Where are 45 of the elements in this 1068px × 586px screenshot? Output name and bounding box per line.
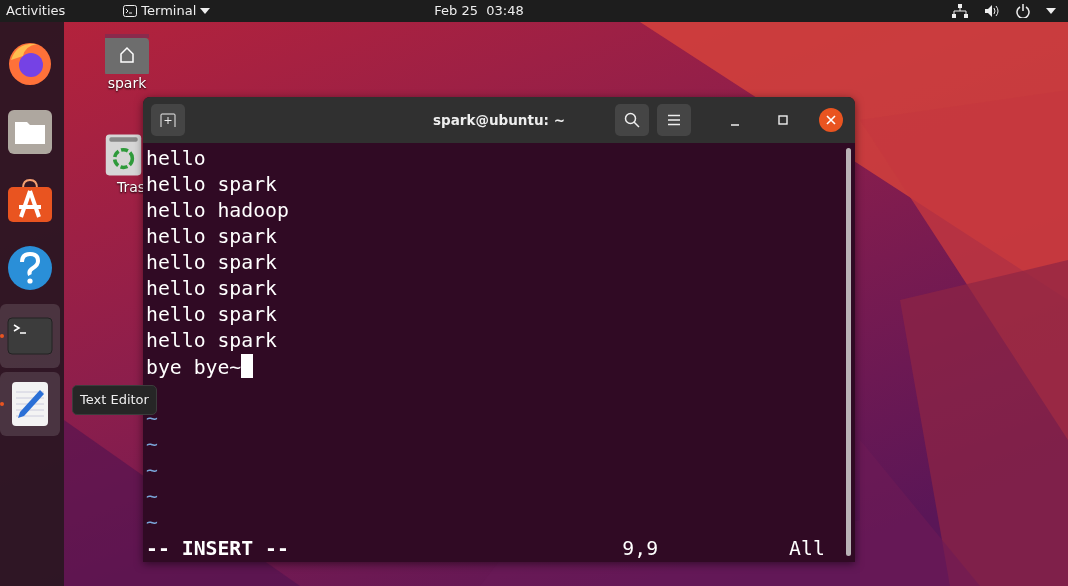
mode-indicator: -- INSERT --	[146, 536, 290, 562]
terminal-icon	[123, 5, 138, 17]
activities-button[interactable]: Activities	[6, 1, 66, 21]
clock[interactable]: Feb 25 03:48	[434, 1, 524, 21]
cursor-position: 9,9	[622, 536, 660, 562]
tilde-marker: ~	[146, 511, 158, 534]
scroll-position: All	[789, 536, 825, 562]
network-icon[interactable]	[952, 4, 968, 18]
text-line: hello spark	[146, 251, 277, 274]
icon-label: spark	[107, 74, 147, 92]
search-icon	[624, 112, 640, 128]
text-line: hello	[146, 147, 206, 170]
tilde-marker: ~	[146, 459, 158, 482]
text-line: hello spark	[146, 173, 277, 196]
caret-icon	[200, 8, 211, 14]
text-line: hello spark	[146, 225, 277, 248]
window-title: spark@ubuntu: ~	[433, 110, 565, 130]
text-cursor	[241, 354, 254, 378]
question-icon[interactable]	[6, 244, 54, 292]
new-tab-button[interactable]	[151, 104, 185, 136]
volume-icon[interactable]	[984, 4, 1000, 18]
shopping-bag-icon[interactable]	[6, 176, 54, 224]
text-line: hello spark	[146, 329, 277, 352]
minimize-icon	[731, 124, 739, 126]
text-line: bye bye~	[146, 356, 242, 379]
menu-icon	[667, 114, 681, 126]
tilde-marker: ~	[146, 485, 158, 508]
close-button[interactable]	[819, 108, 843, 132]
folder-icon[interactable]	[6, 108, 54, 156]
text-line: hello spark	[146, 277, 277, 300]
text-line: hello hadoop	[146, 199, 289, 222]
home-folder-icon[interactable]	[103, 32, 151, 74]
tooltip: Text Editor	[72, 385, 157, 415]
menu-button[interactable]	[657, 104, 691, 136]
tilde-marker: ~	[146, 433, 158, 456]
scrollbar[interactable]	[846, 148, 851, 556]
app-menu[interactable]: Terminal	[123, 1, 211, 21]
firefox-icon[interactable]	[6, 40, 54, 88]
caret-icon	[1046, 8, 1056, 14]
text-line: hello spark	[146, 303, 277, 326]
close-icon	[826, 115, 836, 125]
new-tab-icon	[160, 113, 176, 127]
power-icon[interactable]	[1016, 4, 1030, 18]
search-button[interactable]	[615, 104, 649, 136]
maximize-icon	[778, 115, 788, 125]
